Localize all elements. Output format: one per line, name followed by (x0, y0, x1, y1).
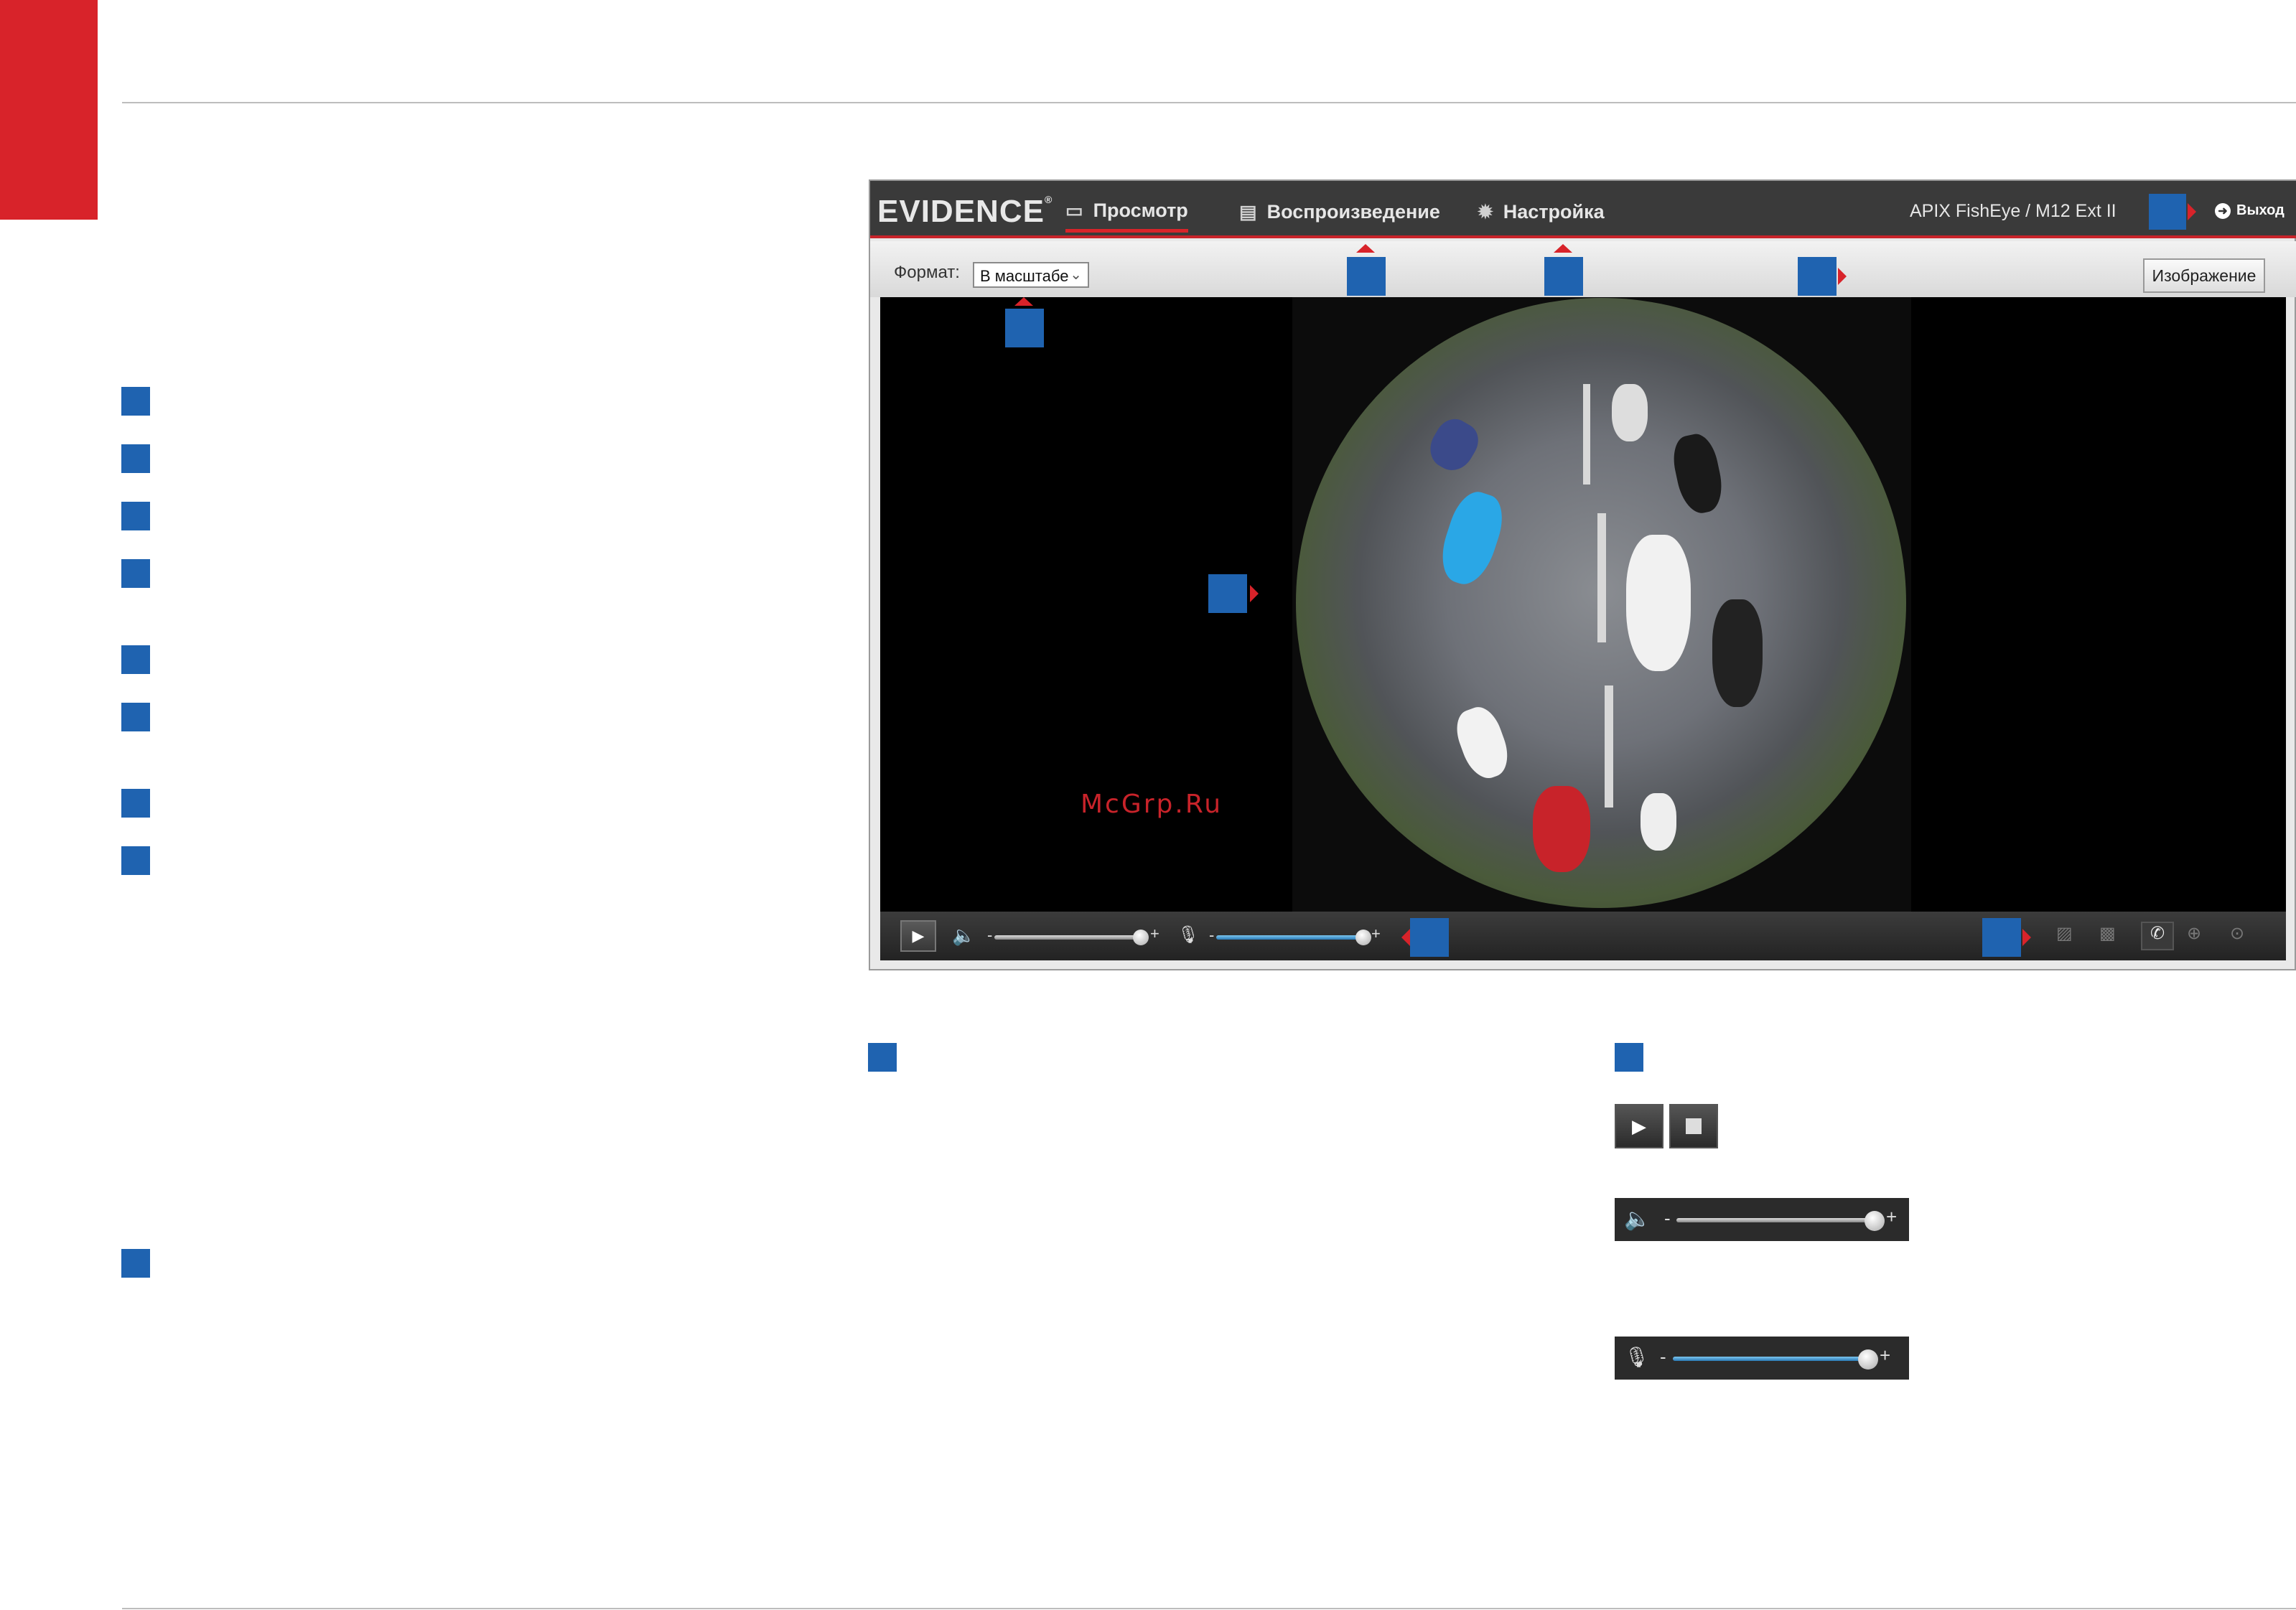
car (1712, 599, 1763, 707)
exit-label: Выход (2236, 202, 2285, 218)
legend-mic-handle (1858, 1349, 1878, 1370)
car (1626, 535, 1691, 671)
car (1422, 412, 1485, 478)
list-marker-1 (121, 387, 150, 416)
callout-marker-video (1208, 574, 1247, 613)
legend-volume-handle (1865, 1211, 1885, 1231)
legend-marker-b (1615, 1043, 1643, 1072)
fisheye-image (1296, 298, 1906, 908)
callout-arrow (1014, 297, 1033, 306)
callout-marker-format (1005, 309, 1044, 347)
list-marker-8 (121, 846, 150, 875)
callout-marker-settings (1544, 257, 1583, 296)
volume-minus: - (987, 926, 993, 944)
callout-marker-exit (2149, 194, 2186, 230)
legend-marker-a (868, 1043, 897, 1072)
format-label: Формат: (894, 263, 960, 282)
tab-preview[interactable]: ▭ Просмотр (1065, 200, 1188, 233)
callout-marker-playback (1347, 257, 1386, 296)
volume-slider[interactable] (994, 935, 1142, 940)
record-icon[interactable]: ▩ (2099, 923, 2116, 944)
bus (1533, 786, 1590, 872)
footer-rule (122, 1608, 2296, 1609)
stop-icon (1686, 1118, 1702, 1134)
brand-logo: EVIDENCE® (877, 194, 1053, 229)
zoom-icon[interactable]: ⊕ (2187, 923, 2201, 944)
play-button[interactable]: ▶ (900, 920, 936, 952)
legend-volume-slider (1676, 1218, 1877, 1222)
lane-marking (1605, 685, 1613, 808)
talk-icon[interactable]: ✆ (2141, 922, 2174, 950)
lane-marking (1583, 384, 1590, 485)
list-marker-2 (121, 444, 150, 473)
playback-icon: ▤ (1239, 201, 1257, 223)
car (1612, 384, 1648, 441)
image-settings-button[interactable]: Изображение (2143, 258, 2265, 293)
callout-arrow (1401, 929, 1410, 946)
legend-microphone-icon: 🎙 (1624, 1346, 1650, 1368)
tab-playback[interactable]: ▤ Воспроизведение (1239, 201, 1440, 223)
legend-mic-minus: - (1660, 1346, 1666, 1367)
legend-play-button: ▶ (1615, 1104, 1663, 1148)
chevron-down-icon: ⌄ (1070, 267, 1082, 283)
exit-button[interactable]: ➜ Выход (2215, 202, 2285, 219)
callout-marker-tools (1982, 918, 2021, 957)
gear-icon: ✹ (1478, 201, 1493, 223)
snapshot-icon[interactable]: ▨ (2056, 923, 2073, 944)
exit-icon: ➜ (2215, 202, 2231, 219)
list-marker-5 (121, 645, 150, 674)
play-icon: ▶ (912, 927, 925, 945)
callout-arrow (2022, 929, 2031, 946)
callout-arrow (1356, 244, 1375, 253)
monitor-icon: ▭ (1065, 200, 1083, 221)
legend-mic-slider (1673, 1357, 1870, 1361)
mic-minus: - (1209, 926, 1215, 944)
legend-mic-plus: + (1880, 1344, 1891, 1366)
tab-settings-label: Настройка (1503, 201, 1605, 223)
car (1641, 793, 1676, 851)
volume-slider-handle[interactable] (1133, 930, 1149, 945)
callout-arrow (2188, 203, 2196, 220)
microphone-icon[interactable]: 🎙 (1177, 925, 1199, 945)
tab-settings[interactable]: ✹ Настройка (1478, 201, 1605, 223)
watermark: McGrp.Ru (1081, 790, 1223, 819)
car (1669, 430, 1727, 518)
legend-volume-minus: - (1664, 1207, 1671, 1229)
lane-marking (1597, 513, 1606, 642)
mic-slider[interactable] (1216, 935, 1367, 940)
list-marker-7 (121, 789, 150, 818)
tab-playback-label: Воспроизведение (1266, 201, 1440, 223)
callout-arrow (1250, 585, 1259, 602)
list-marker-6 (121, 703, 150, 731)
format-select[interactable]: В масштабе ⌄ (973, 262, 1089, 288)
callout-arrow (1554, 244, 1572, 253)
device-name: APIX FishEye / M12 Ext II (1910, 201, 2117, 221)
callout-marker-device (1798, 257, 1837, 296)
chapter-tab (0, 0, 98, 220)
legend-speaker-mute-icon: 🔈 (1624, 1207, 1651, 1231)
tab-preview-label: Просмотр (1093, 200, 1188, 221)
ptz-icon[interactable]: ⊙ (2230, 923, 2244, 944)
callout-marker-audio (1410, 918, 1449, 957)
volume-plus: + (1150, 925, 1159, 942)
format-select-value: В масштабе (980, 267, 1069, 285)
mic-slider-handle[interactable] (1355, 930, 1371, 945)
list-marker-3 (121, 502, 150, 530)
header-rule (122, 102, 2296, 103)
legend-volume-plus: + (1886, 1206, 1898, 1227)
car (1450, 701, 1516, 785)
callout-arrow (1838, 268, 1847, 285)
speaker-mute-icon[interactable]: 🔈 (952, 925, 975, 947)
mic-plus: + (1371, 925, 1381, 942)
list-marker-9 (121, 1249, 150, 1278)
car (1433, 486, 1511, 591)
legend-stop-button (1669, 1104, 1718, 1148)
list-marker-4 (121, 559, 150, 588)
